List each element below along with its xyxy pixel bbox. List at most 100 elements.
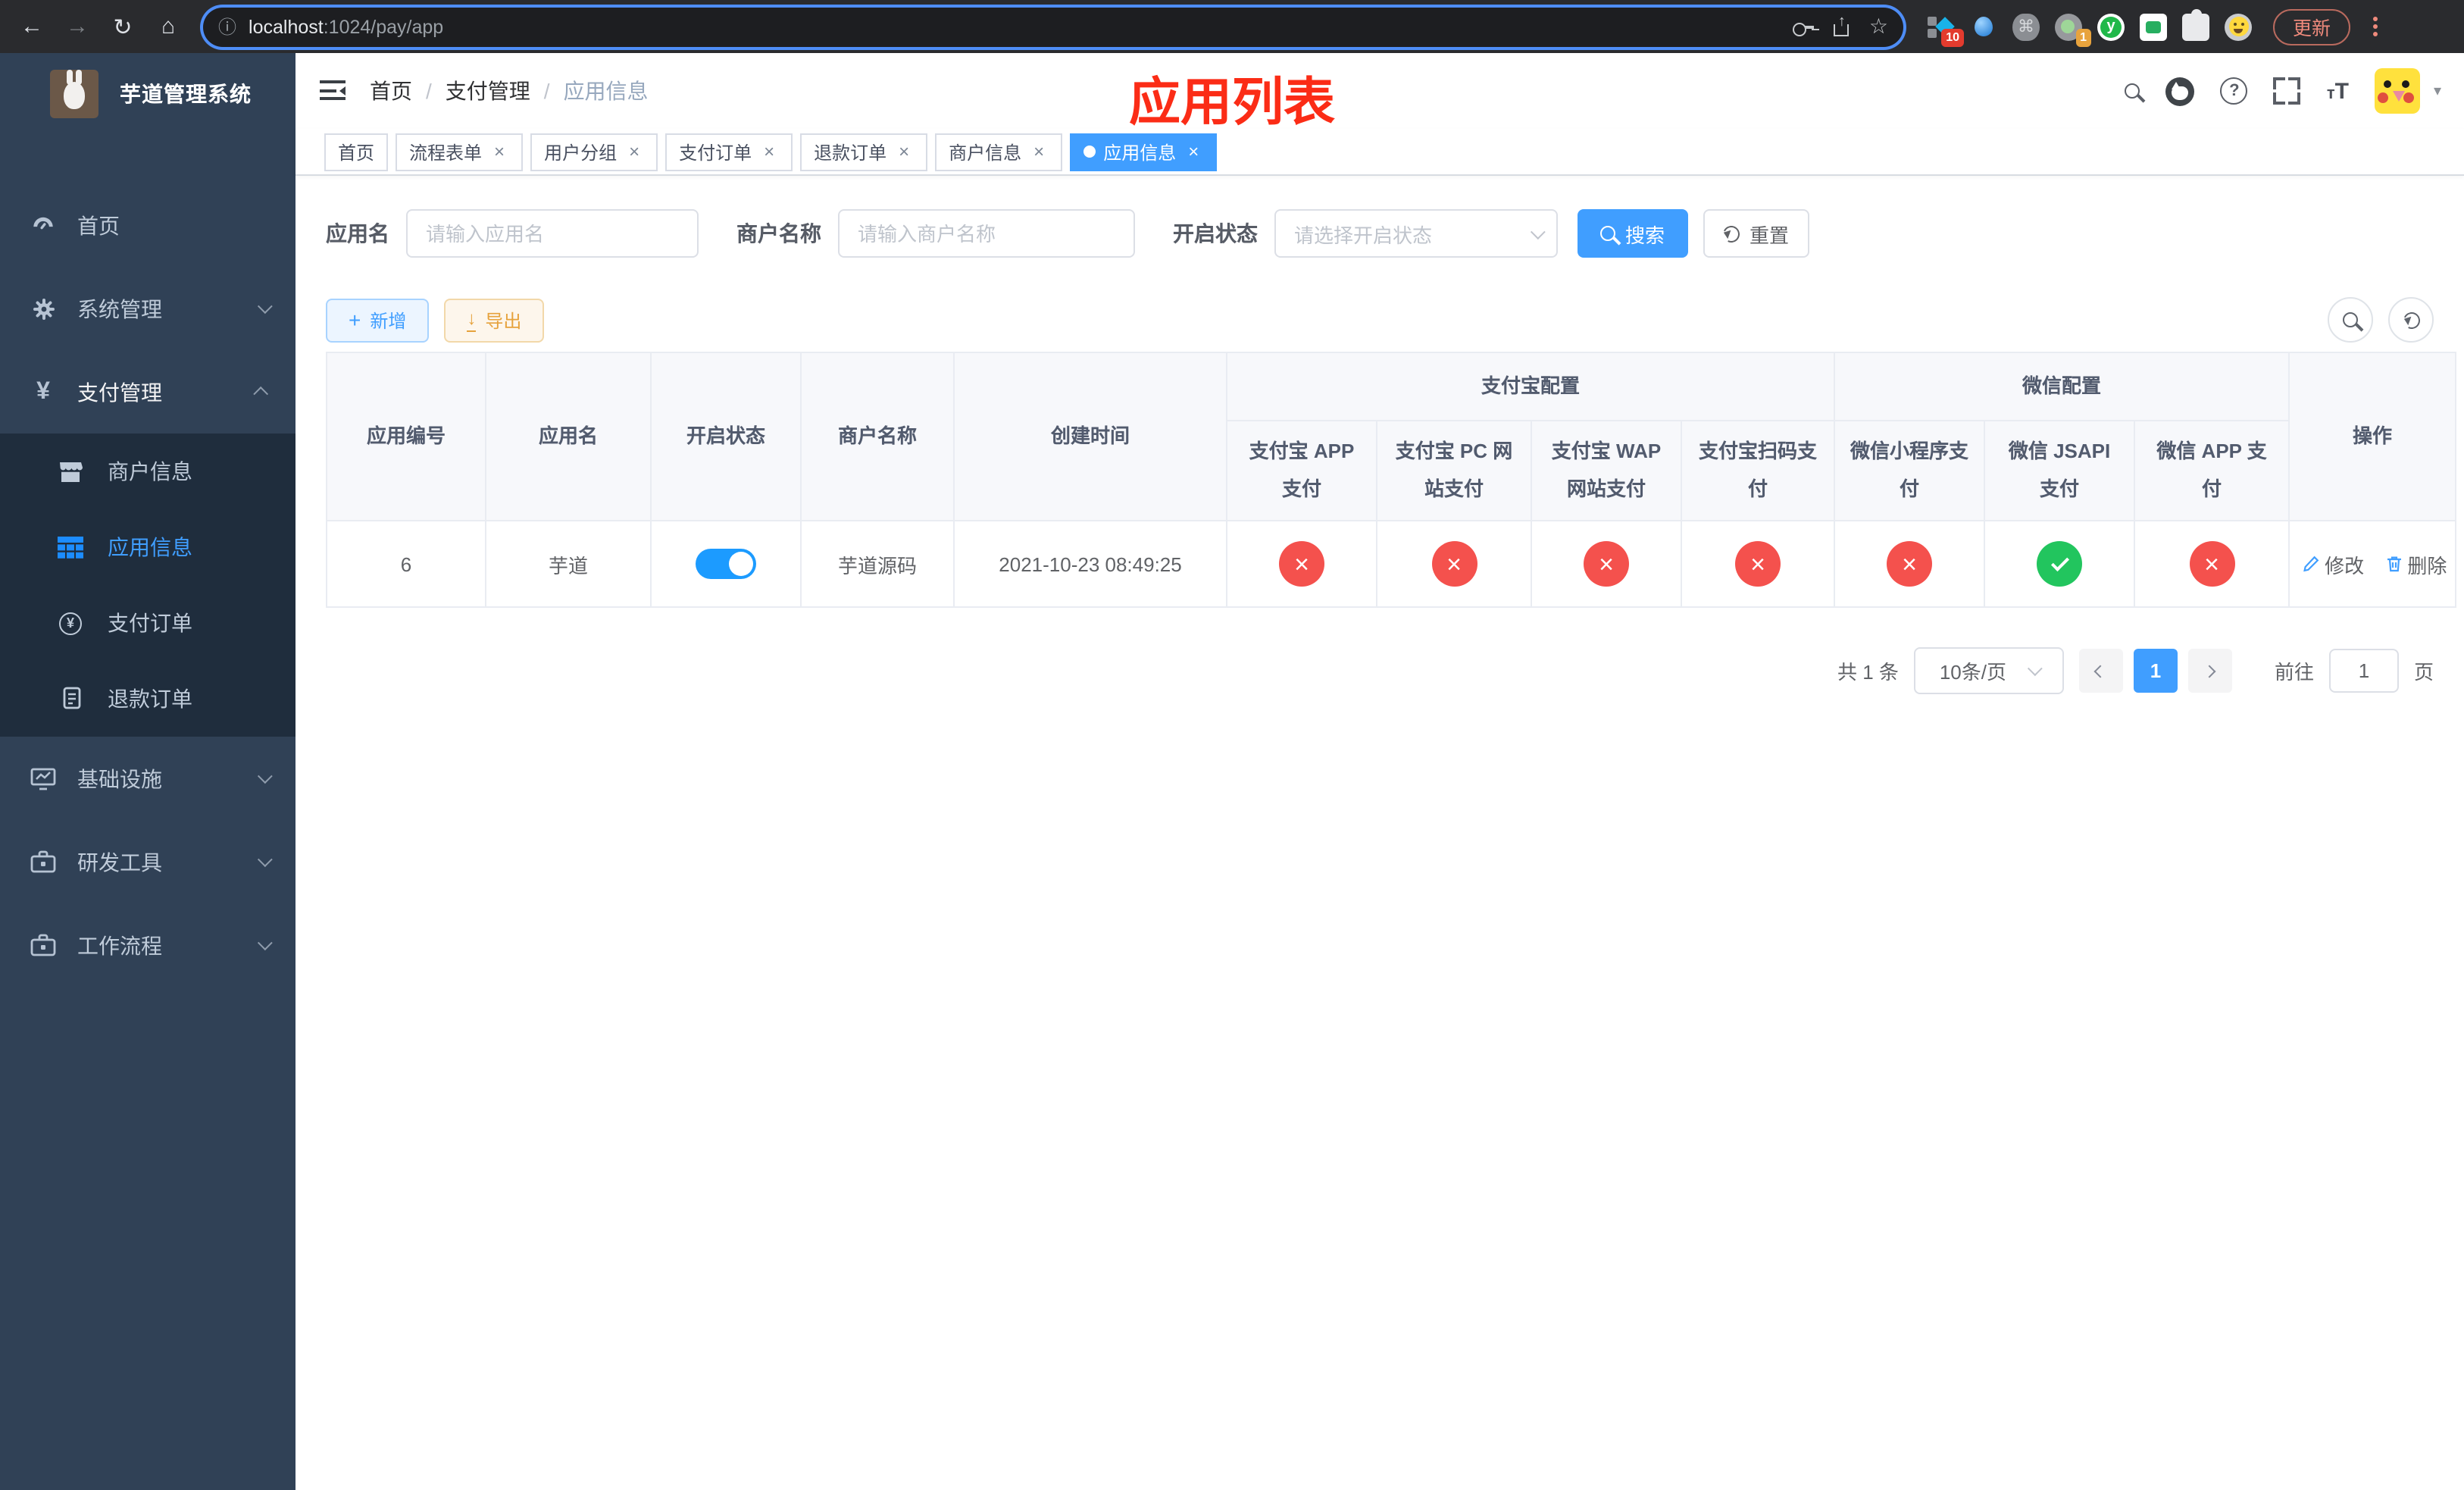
export-button[interactable]: ↓ 导出: [444, 298, 545, 342]
sidebar-item-refund-orders[interactable]: 退款订单: [0, 661, 295, 737]
delete-button[interactable]: 删除: [2384, 549, 2447, 578]
browser-home-icon[interactable]: ⌂: [149, 7, 188, 46]
browser-reload-icon[interactable]: ↻: [103, 7, 142, 46]
group-alipay-config: 支付宝配置: [1225, 352, 1836, 421]
profile-avatar-icon[interactable]: [2225, 13, 2252, 40]
col-wechat-mini: 微信小程序支付: [1834, 420, 1986, 521]
browser-menu-icon[interactable]: [2366, 13, 2387, 40]
app-logo-row[interactable]: 芋道管理系统: [0, 53, 295, 133]
gear-icon: [30, 296, 56, 321]
tab-merchant-info[interactable]: 商户信息 ×: [935, 133, 1063, 171]
close-icon[interactable]: ×: [489, 142, 509, 161]
url-host: localhost: [249, 16, 324, 37]
wechat-jsapi-status-icon: [2037, 541, 2083, 587]
close-icon[interactable]: ×: [759, 142, 779, 161]
screen: ← → ↻ ⌂ ⓘ localhost:1024/pay/app ☆ 10 ⌘ …: [0, 0, 2464, 1490]
avatar-caret-icon[interactable]: ▾: [2434, 83, 2441, 99]
tab-process-form[interactable]: 流程表单 ×: [396, 133, 524, 171]
status-select[interactable]: 请选择开启状态: [1274, 209, 1558, 258]
alipay-wap-status-icon: ×: [1584, 541, 1629, 587]
sidebar-item-dev-tools[interactable]: 研发工具: [0, 820, 295, 903]
extensions-puzzle-icon[interactable]: [2182, 8, 2209, 40]
app-logo: [50, 69, 98, 117]
share-icon[interactable]: [1833, 13, 1851, 36]
extension-profile-icon[interactable]: 1: [2055, 13, 2091, 46]
tab-pay-orders[interactable]: 支付订单 ×: [665, 133, 793, 171]
extension-yudao-icon[interactable]: y: [2097, 13, 2125, 40]
cell-merchant: 芋道源码: [800, 520, 955, 608]
sidebar-item-app-info[interactable]: 应用信息: [0, 509, 295, 585]
reset-button[interactable]: 重置: [1703, 209, 1809, 258]
search-button[interactable]: 搜索: [1578, 209, 1688, 258]
github-icon[interactable]: [2165, 77, 2195, 105]
chrome-update-button[interactable]: 更新: [2273, 8, 2351, 45]
active-dot: [1083, 146, 1096, 158]
edit-button[interactable]: 修改: [2302, 549, 2364, 578]
col-alipay-pc: 支付宝 PC 网站支付: [1376, 420, 1532, 521]
page-size-select[interactable]: 10条/页: [1913, 647, 2064, 694]
monitor-icon: [30, 766, 56, 790]
extension-blocks-icon[interactable]: 10: [1928, 13, 1964, 46]
app-name-label: 应用名: [326, 221, 389, 246]
col-wechat-app: 微信 APP 支付: [2134, 420, 2290, 521]
search-icon[interactable]: [2125, 83, 2140, 99]
refresh-table-button[interactable]: [2388, 297, 2434, 343]
sidebar-item-pay-orders[interactable]: ¥ 支付订单: [0, 585, 295, 661]
sidebar-item-payment[interactable]: ¥ 支付管理: [0, 350, 295, 434]
close-icon[interactable]: ×: [624, 142, 644, 161]
app-name-input[interactable]: [406, 209, 699, 258]
extension-command-icon[interactable]: ⌘: [2012, 13, 2040, 40]
tab-user-group[interactable]: 用户分组 ×: [530, 133, 658, 171]
password-key-icon[interactable]: [1793, 20, 1815, 36]
sidebar-item-system[interactable]: 系统管理: [0, 267, 295, 350]
fullscreen-icon[interactable]: [2273, 77, 2301, 105]
alipay-app-status-icon: ×: [1279, 541, 1324, 587]
site-info-icon[interactable]: ⓘ: [218, 14, 236, 39]
breadcrumb-payment[interactable]: 支付管理: [446, 76, 530, 106]
payment-submenu: 商户信息 应用信息 ¥ 支付订单 退款订单: [0, 434, 295, 737]
help-icon[interactable]: ?: [2220, 77, 2248, 105]
user-avatar[interactable]: [2374, 68, 2420, 114]
close-icon[interactable]: ×: [1184, 142, 1203, 161]
status-label: 开启状态: [1173, 221, 1258, 246]
extension-chat-icon[interactable]: [2140, 13, 2167, 40]
add-button[interactable]: + 新增: [326, 298, 430, 342]
breadcrumb-home[interactable]: 首页: [370, 76, 412, 106]
search-icon: [1600, 226, 1616, 241]
address-bar[interactable]: ⓘ localhost:1024/pay/app ☆: [203, 7, 1903, 46]
tab-refund-orders[interactable]: 退款订单 ×: [800, 133, 928, 171]
sidebar-item-home[interactable]: 首页: [0, 183, 295, 267]
browser-toolbar: ← → ↻ ⌂ ⓘ localhost:1024/pay/app ☆ 10 ⌘ …: [0, 0, 2464, 53]
alipay-pc-status-icon: ×: [1431, 541, 1477, 587]
font-size-icon[interactable]: тT: [2327, 78, 2349, 104]
col-alipay-app: 支付宝 APP 支付: [1226, 420, 1377, 521]
chevron-down-icon: [257, 852, 273, 868]
tab-home[interactable]: 首页: [324, 133, 389, 171]
goto-page-input[interactable]: [2328, 649, 2399, 693]
show-search-button[interactable]: [2328, 297, 2373, 343]
next-page-button[interactable]: [2187, 649, 2232, 693]
sidebar-collapse-icon[interactable]: [320, 80, 346, 102]
breadcrumb: 首页 / 支付管理 / 应用信息: [370, 76, 649, 106]
merchant-name-input[interactable]: [838, 209, 1135, 258]
tab-app-info[interactable]: 应用信息 ×: [1070, 133, 1218, 171]
refresh-icon: [2400, 308, 2422, 331]
chevron-down-icon: [2027, 661, 2043, 677]
page-content: 应用名 商户名称 开启状态 请选择开启状态 搜索 重置: [295, 176, 2464, 694]
bookmark-star-icon[interactable]: ☆: [1869, 14, 1888, 39]
page-1-button[interactable]: 1: [2133, 649, 2178, 693]
col-status: 开启状态: [650, 352, 802, 521]
app-title: 芋道管理系统: [120, 81, 252, 105]
close-icon[interactable]: ×: [894, 142, 914, 161]
sidebar-item-workflow[interactable]: 工作流程: [0, 903, 295, 987]
browser-forward-icon[interactable]: →: [58, 7, 97, 46]
sidebar-item-infrastructure[interactable]: 基础设施: [0, 737, 295, 820]
extension-balloon-icon[interactable]: [1970, 13, 1997, 40]
browser-back-icon[interactable]: ←: [12, 7, 52, 46]
close-icon[interactable]: ×: [1029, 142, 1049, 161]
enabled-toggle[interactable]: [696, 549, 756, 579]
plus-icon: +: [349, 308, 361, 332]
sidebar-item-merchant-info[interactable]: 商户信息: [0, 434, 295, 509]
prev-page-button[interactable]: [2078, 649, 2123, 693]
pagination: 共 1 条 10条/页 1 前往 页: [326, 647, 2434, 694]
